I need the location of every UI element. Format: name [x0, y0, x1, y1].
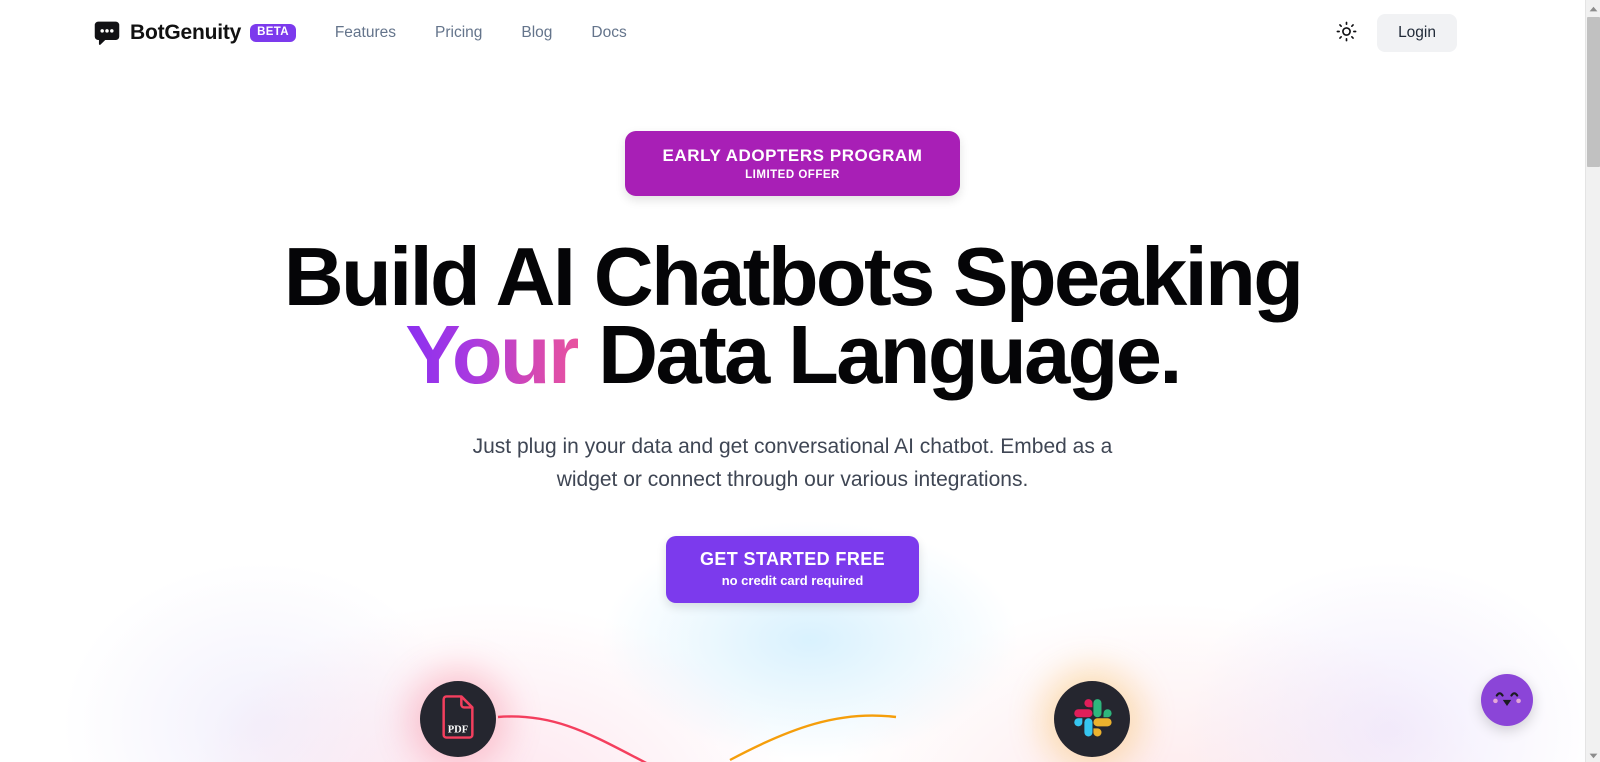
- pdf-node[interactable]: PDF: [420, 681, 496, 757]
- scrollbar-thumb[interactable]: [1587, 17, 1600, 167]
- promo-badge-subtitle: LIMITED OFFER: [745, 169, 840, 182]
- nav-link-pricing[interactable]: Pricing: [435, 24, 482, 42]
- triangle-down-icon: [1589, 746, 1598, 762]
- chat-bubble-icon: [93, 19, 121, 47]
- page-viewport: BotGenuity BETA Features Pricing Blog Do…: [0, 0, 1585, 762]
- slack-node[interactable]: [1054, 681, 1130, 757]
- header-actions: Login: [1329, 14, 1457, 52]
- headline-line-2: Data Language.: [577, 308, 1182, 402]
- main-navigation: Features Pricing Blog Docs: [335, 24, 627, 42]
- brand-name: BotGenuity: [130, 21, 242, 44]
- hero-subheadline: Just plug in your data and get conversat…: [472, 435, 1113, 492]
- scrollbar-down-arrow[interactable]: [1586, 747, 1600, 762]
- integration-connectors: [497, 714, 897, 762]
- nav-link-features[interactable]: Features: [335, 24, 396, 42]
- scrollbar-up-arrow[interactable]: [1586, 0, 1600, 15]
- slack-icon: [1071, 696, 1113, 743]
- sun-icon: [1336, 21, 1357, 45]
- chat-face-icon: [1490, 686, 1524, 715]
- beta-badge: BETA: [250, 23, 296, 43]
- background-glow-pink-right: [820, 600, 1500, 762]
- promo-badge-title: EARLY ADOPTERS PROGRAM: [662, 146, 923, 165]
- pdf-document-icon: PDF: [438, 694, 478, 744]
- nav-link-blog[interactable]: Blog: [521, 24, 552, 42]
- cta-title: GET STARTED FREE: [699, 548, 886, 569]
- get-started-button[interactable]: GET STARTED FREE no credit card required: [665, 535, 920, 604]
- svg-text:PDF: PDF: [448, 724, 468, 735]
- hero-section: EARLY ADOPTERS PROGRAM LIMITED OFFER Bui…: [0, 0, 1585, 604]
- triangle-up-icon: [1589, 0, 1598, 17]
- nav-link-docs[interactable]: Docs: [591, 24, 626, 42]
- cta-subtitle: no credit card required: [721, 573, 864, 589]
- vertical-scrollbar[interactable]: [1585, 0, 1600, 762]
- headline-accent-word: Your: [405, 308, 580, 402]
- brand-logo[interactable]: BotGenuity BETA: [93, 19, 296, 47]
- login-button[interactable]: Login: [1377, 14, 1457, 52]
- page-title: Build AI Chatbots Speaking Your Data Lan…: [0, 235, 1585, 396]
- site-header: BotGenuity BETA Features Pricing Blog Do…: [0, 0, 1585, 66]
- theme-toggle-button[interactable]: [1329, 16, 1363, 50]
- early-adopters-badge[interactable]: EARLY ADOPTERS PROGRAM LIMITED OFFER: [624, 131, 961, 197]
- chat-widget-button[interactable]: [1481, 674, 1533, 726]
